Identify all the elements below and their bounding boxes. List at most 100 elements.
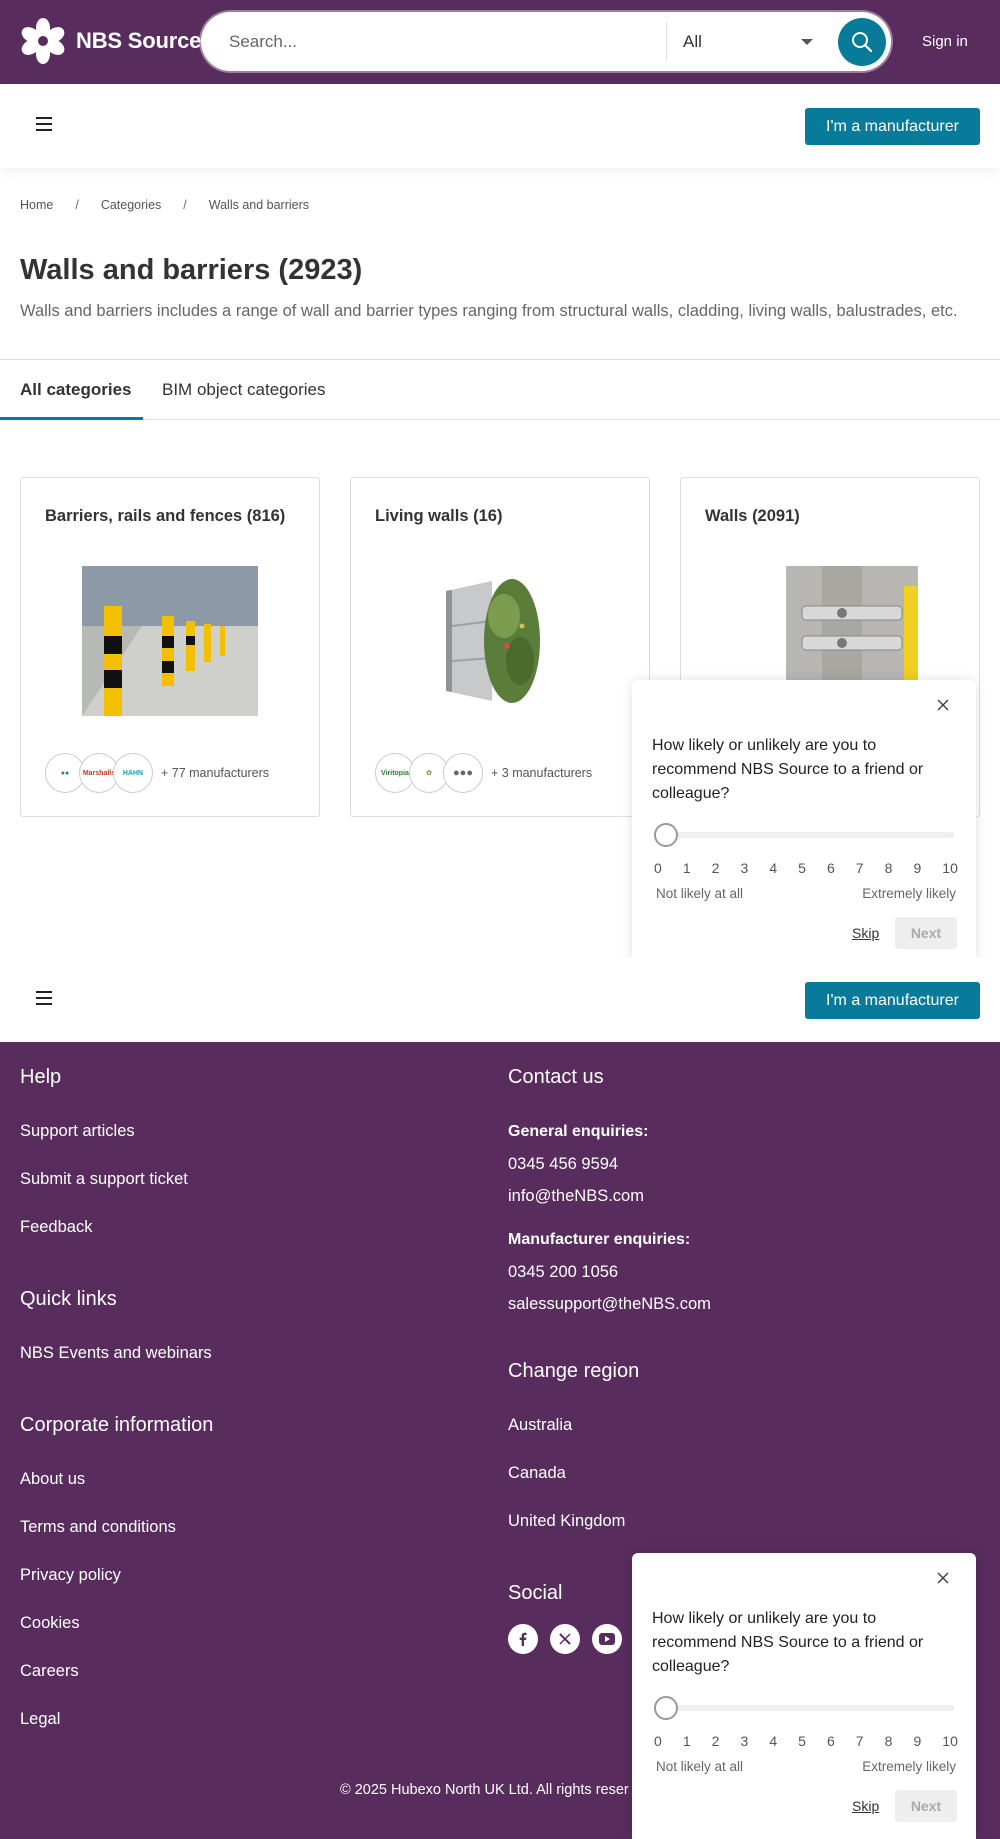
scale-value: 1 xyxy=(682,1733,691,1749)
scale-value: 8 xyxy=(884,1733,893,1749)
rating-slider-handle[interactable] xyxy=(654,823,678,847)
facebook-icon[interactable] xyxy=(508,1624,538,1654)
search-divider xyxy=(666,22,667,61)
general-enquiries-label: General enquiries: xyxy=(508,1123,649,1140)
search-button[interactable] xyxy=(838,18,886,66)
scale-value: 6 xyxy=(826,1733,835,1749)
skip-button[interactable]: Skip xyxy=(852,925,879,941)
scale-value: 2 xyxy=(711,1733,720,1749)
scale-value: 10 xyxy=(942,1733,958,1749)
scale-value: 9 xyxy=(913,860,922,876)
breadcrumb-separator: / xyxy=(75,198,79,212)
scale-value: 6 xyxy=(826,860,835,876)
cookies-link[interactable]: Cookies xyxy=(20,1614,80,1633)
scale-value: 9 xyxy=(913,1733,922,1749)
footer-social-heading: Social xyxy=(508,1582,563,1604)
scale-value: 7 xyxy=(855,860,864,876)
manufacturer-count: + 3 manufacturers xyxy=(491,766,593,780)
footer-contact-heading: Contact us xyxy=(508,1066,604,1088)
manufacturer-count: + 77 manufacturers xyxy=(161,766,270,780)
scale-value: 7 xyxy=(855,1733,864,1749)
sub-navigation-bar: I'm a manufacturer xyxy=(0,84,1000,168)
divider xyxy=(0,359,1000,360)
scale-value: 10 xyxy=(942,860,958,876)
events-webinars-link[interactable]: NBS Events and webinars xyxy=(20,1344,212,1363)
nbs-flower-logo-icon xyxy=(21,18,65,64)
rating-slider-track[interactable] xyxy=(654,1705,954,1711)
manufacturer-email-link[interactable]: salessupport@theNBS.com xyxy=(508,1295,711,1314)
footer-quick-links-heading: Quick links xyxy=(20,1288,117,1310)
footer-help-heading: Help xyxy=(20,1066,62,1088)
feedback-link[interactable]: Feedback xyxy=(20,1218,92,1237)
category-card[interactable]: Living walls (16) Viritopia ✿ ●●● + 3 ma… xyxy=(350,477,650,817)
nps-survey-popup: How likely or unlikely are you to recomm… xyxy=(632,1553,976,1839)
region-canada-link[interactable]: Canada xyxy=(508,1464,566,1483)
manufacturer-phone-link[interactable]: 0345 200 1056 xyxy=(508,1263,618,1282)
scale-value: 5 xyxy=(798,1733,806,1749)
scale-low-label: Not likely at all xyxy=(656,886,744,901)
breadcrumb-separator: / xyxy=(183,198,187,212)
legal-link[interactable]: Legal xyxy=(20,1710,60,1729)
general-phone-link[interactable]: 0345 456 9594 xyxy=(508,1155,618,1174)
general-email-link[interactable]: info@theNBS.com xyxy=(508,1187,644,1206)
card-title: Walls (2091) xyxy=(705,507,800,525)
tab-all-categories[interactable]: All categories xyxy=(20,380,132,400)
card-title: Barriers, rails and fences (816) xyxy=(45,507,286,525)
scale-value: 0 xyxy=(654,860,662,876)
menu-icon[interactable] xyxy=(36,117,52,131)
nbs-logo[interactable]: NBS Source xyxy=(20,18,201,64)
support-articles-link[interactable]: Support articles xyxy=(20,1122,135,1141)
x-icon[interactable] xyxy=(550,1624,580,1654)
youtube-icon[interactable] xyxy=(592,1624,622,1654)
chevron-down-icon xyxy=(801,39,813,45)
copyright-text: © 2025 Hubexo North UK Ltd. All rights r… xyxy=(340,1782,629,1798)
sub-navigation-bar: I'm a manufacturer xyxy=(0,958,1000,1042)
terms-link[interactable]: Terms and conditions xyxy=(20,1518,176,1537)
next-button[interactable]: Next xyxy=(895,917,957,949)
scale-low-label: Not likely at all xyxy=(656,1759,744,1774)
region-uk-link[interactable]: United Kingdom xyxy=(508,1512,625,1531)
manufacturer-logos: Viritopia ✿ ●●● + 3 manufacturers xyxy=(375,753,592,793)
rating-scale: 0 1 2 3 4 5 6 7 8 9 10 xyxy=(654,860,958,876)
search-scope-select[interactable]: All xyxy=(683,12,813,71)
tab-bim-object-categories[interactable]: BIM object categories xyxy=(162,380,325,400)
manufacturer-enquiries-label: Manufacturer enquiries: xyxy=(508,1231,691,1248)
manufacturer-button[interactable]: I'm a manufacturer xyxy=(805,108,980,145)
rating-slider-track[interactable] xyxy=(654,832,954,838)
scale-value: 3 xyxy=(740,860,749,876)
scale-value: 0 xyxy=(654,1733,662,1749)
breadcrumb-home[interactable]: Home xyxy=(20,198,53,212)
footer-region-heading: Change region xyxy=(508,1360,640,1382)
sign-in-link[interactable]: Sign in xyxy=(922,33,968,50)
menu-icon[interactable] xyxy=(36,991,52,1005)
skip-button[interactable]: Skip xyxy=(852,1798,879,1814)
card-title: Living walls (16) xyxy=(375,507,503,525)
manufacturer-logo: ●●● xyxy=(443,753,483,793)
scale-value: 3 xyxy=(740,1733,749,1749)
rating-slider-handle[interactable] xyxy=(654,1696,678,1720)
manufacturer-button[interactable]: I'm a manufacturer xyxy=(805,982,980,1019)
search-bar: All xyxy=(201,12,891,71)
region-australia-link[interactable]: Australia xyxy=(508,1416,572,1435)
top-header: NBS Source All Sign in xyxy=(0,0,1000,84)
next-button[interactable]: Next xyxy=(895,1790,957,1822)
manufacturer-logos: ●● Marshalls HAHN + 77 manufacturers xyxy=(45,753,269,793)
scale-value: 8 xyxy=(884,860,893,876)
breadcrumb-categories[interactable]: Categories xyxy=(101,198,161,212)
divider xyxy=(0,419,1000,420)
close-icon[interactable] xyxy=(936,1571,950,1585)
scale-value: 5 xyxy=(798,860,806,876)
nps-survey-popup: How likely or unlikely are you to recomm… xyxy=(632,680,976,966)
scale-value: 2 xyxy=(711,860,720,876)
manufacturer-logo: HAHN xyxy=(113,753,153,793)
careers-link[interactable]: Careers xyxy=(20,1662,79,1681)
category-card[interactable]: Barriers, rails and fences (816) ●● Mars… xyxy=(20,477,320,817)
breadcrumb-current: Walls and barriers xyxy=(208,198,310,212)
privacy-link[interactable]: Privacy policy xyxy=(20,1566,121,1585)
submit-ticket-link[interactable]: Submit a support ticket xyxy=(20,1170,188,1189)
scale-high-label: Extremely likely xyxy=(862,1759,956,1774)
close-icon[interactable] xyxy=(936,698,950,712)
page-description: Walls and barriers includes a range of w… xyxy=(20,302,958,320)
about-us-link[interactable]: About us xyxy=(20,1470,85,1489)
search-icon xyxy=(852,32,873,53)
